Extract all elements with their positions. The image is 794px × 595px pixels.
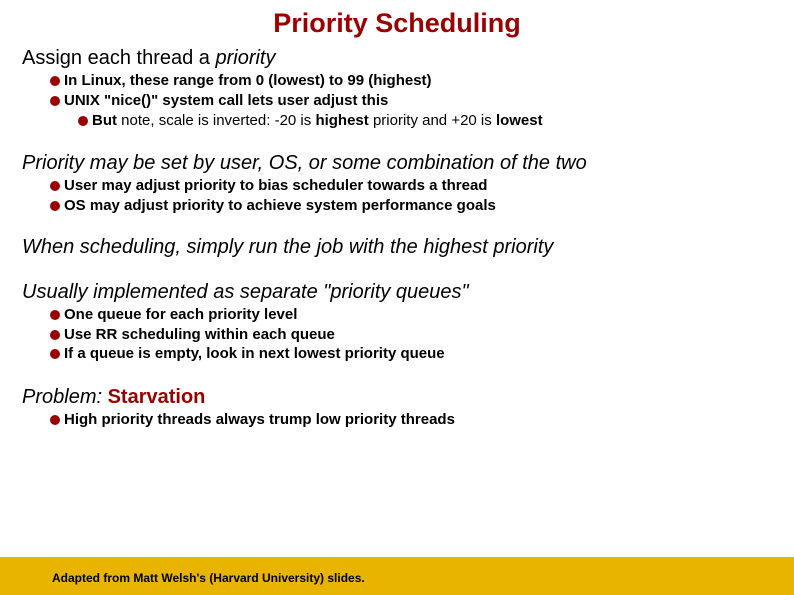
- section-heading: When scheduling, simply run the job with…: [22, 236, 774, 259]
- section-heading: Usually implemented as separate "priorit…: [22, 281, 774, 304]
- bullet-text: In Linux, these range from 0 (lowest) to…: [64, 72, 432, 91]
- bullet-icon: [50, 310, 60, 320]
- bullet-item: In Linux, these range from 0 (lowest) to…: [22, 72, 774, 91]
- bullet-icon: [50, 330, 60, 340]
- bullet-text: OS may adjust priority to achieve system…: [64, 197, 496, 216]
- bullet-item: User may adjust priority to bias schedul…: [22, 177, 774, 196]
- bullet-text: If a queue is empty, look in next lowest…: [64, 345, 445, 364]
- bullet-item: One queue for each priority level: [22, 306, 774, 325]
- bullet-item: Use RR scheduling within each queue: [22, 326, 774, 345]
- section-heading: Assign each thread a priority: [22, 47, 774, 70]
- bullet-item: If a queue is empty, look in next lowest…: [22, 345, 774, 364]
- bullet-icon: [78, 116, 88, 126]
- slide-title: Priority Scheduling: [0, 0, 794, 45]
- slide-content: Assign each thread a priority In Linux, t…: [0, 47, 794, 430]
- section-heading: Problem: Starvation: [22, 386, 774, 409]
- slide: Priority Scheduling Assign each thread a…: [0, 0, 794, 595]
- section-heading: Priority may be set by user, OS, or some…: [22, 152, 774, 175]
- bullet-item: UNIX "nice()" system call lets user adju…: [22, 92, 774, 111]
- bullet-text: But note, scale is inverted: -20 is high…: [92, 112, 543, 131]
- bullet-text: Use RR scheduling within each queue: [64, 326, 335, 345]
- bullet-icon: [50, 349, 60, 359]
- bullet-text: High priority threads always trump low p…: [64, 411, 455, 430]
- bullet-icon: [50, 181, 60, 191]
- bullet-icon: [50, 96, 60, 106]
- bullet-icon: [50, 201, 60, 211]
- bullet-text: User may adjust priority to bias schedul…: [64, 177, 487, 196]
- bullet-item: High priority threads always trump low p…: [22, 411, 774, 430]
- bullet-icon: [50, 415, 60, 425]
- footer-text: Adapted from Matt Welsh's (Harvard Unive…: [52, 571, 365, 585]
- bullet-item: OS may adjust priority to achieve system…: [22, 197, 774, 216]
- footer-bar: Adapted from Matt Welsh's (Harvard Unive…: [0, 557, 794, 595]
- bullet-item: But note, scale is inverted: -20 is high…: [22, 112, 774, 131]
- bullet-text: One queue for each priority level: [64, 306, 297, 325]
- bullet-text: UNIX "nice()" system call lets user adju…: [64, 92, 388, 111]
- bullet-icon: [50, 76, 60, 86]
